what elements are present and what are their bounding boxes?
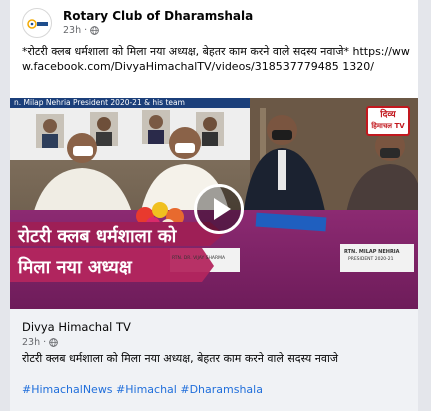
tv-channel-logo: दिव्य हिमाचल TV bbox=[366, 106, 410, 136]
top-strip-text: n. Milap Nehria President 2020-21 & his … bbox=[14, 98, 185, 107]
preview-source-name[interactable]: Divya Himachal TV bbox=[22, 320, 131, 334]
nameplate-right-title: PRESIDENT 2020-21 bbox=[348, 257, 394, 262]
preview-hashtags[interactable]: #HimachalNews #Himachal #Dharamshala bbox=[22, 383, 263, 396]
video-banner-line2: मिला नया अध्यक्ष bbox=[18, 257, 132, 278]
post-meta: 23h · bbox=[63, 25, 99, 36]
meta-separator: · bbox=[84, 25, 88, 36]
globe-icon bbox=[90, 26, 99, 35]
preview-text: रोटरी क्लब धर्मशाला को मिला नया अध्यक्ष,… bbox=[22, 352, 338, 365]
preview-time[interactable]: 23h bbox=[22, 337, 40, 348]
video-thumbnail[interactable]: n. Milap Nehria President 2020-21 & his … bbox=[10, 98, 418, 309]
globe-icon bbox=[49, 338, 58, 347]
preview-meta-separator: · bbox=[43, 337, 47, 348]
rotary-logo-icon bbox=[27, 19, 48, 29]
post-time[interactable]: 23h bbox=[63, 25, 81, 36]
tv-logo-line1: दिव्य bbox=[380, 110, 396, 120]
link-preview[interactable]: Divya Himachal TV 23h · रोटरी क्लब धर्मश… bbox=[10, 309, 418, 411]
video-banner-line1: रोटरी क्लब धर्मशाला को bbox=[18, 226, 177, 247]
avatar[interactable] bbox=[22, 8, 52, 38]
preview-meta: 23h · bbox=[22, 337, 58, 348]
tv-logo-line2: हिमाचल TV bbox=[371, 122, 405, 130]
nameplate-left: RTN. DR. VIJAY SHARMA bbox=[172, 256, 226, 261]
page-name-link[interactable]: Rotary Club of Dharamshala bbox=[63, 9, 253, 23]
play-icon[interactable] bbox=[194, 184, 244, 234]
post-card: Rotary Club of Dharamshala 23h · *रोटरी … bbox=[10, 0, 418, 411]
nameplate-right-name: RTN. MILAP NEHRIA bbox=[344, 249, 400, 255]
post-text: *रोटरी क्लब धर्मशाला को मिला नया अध्यक्ष… bbox=[22, 45, 410, 73]
